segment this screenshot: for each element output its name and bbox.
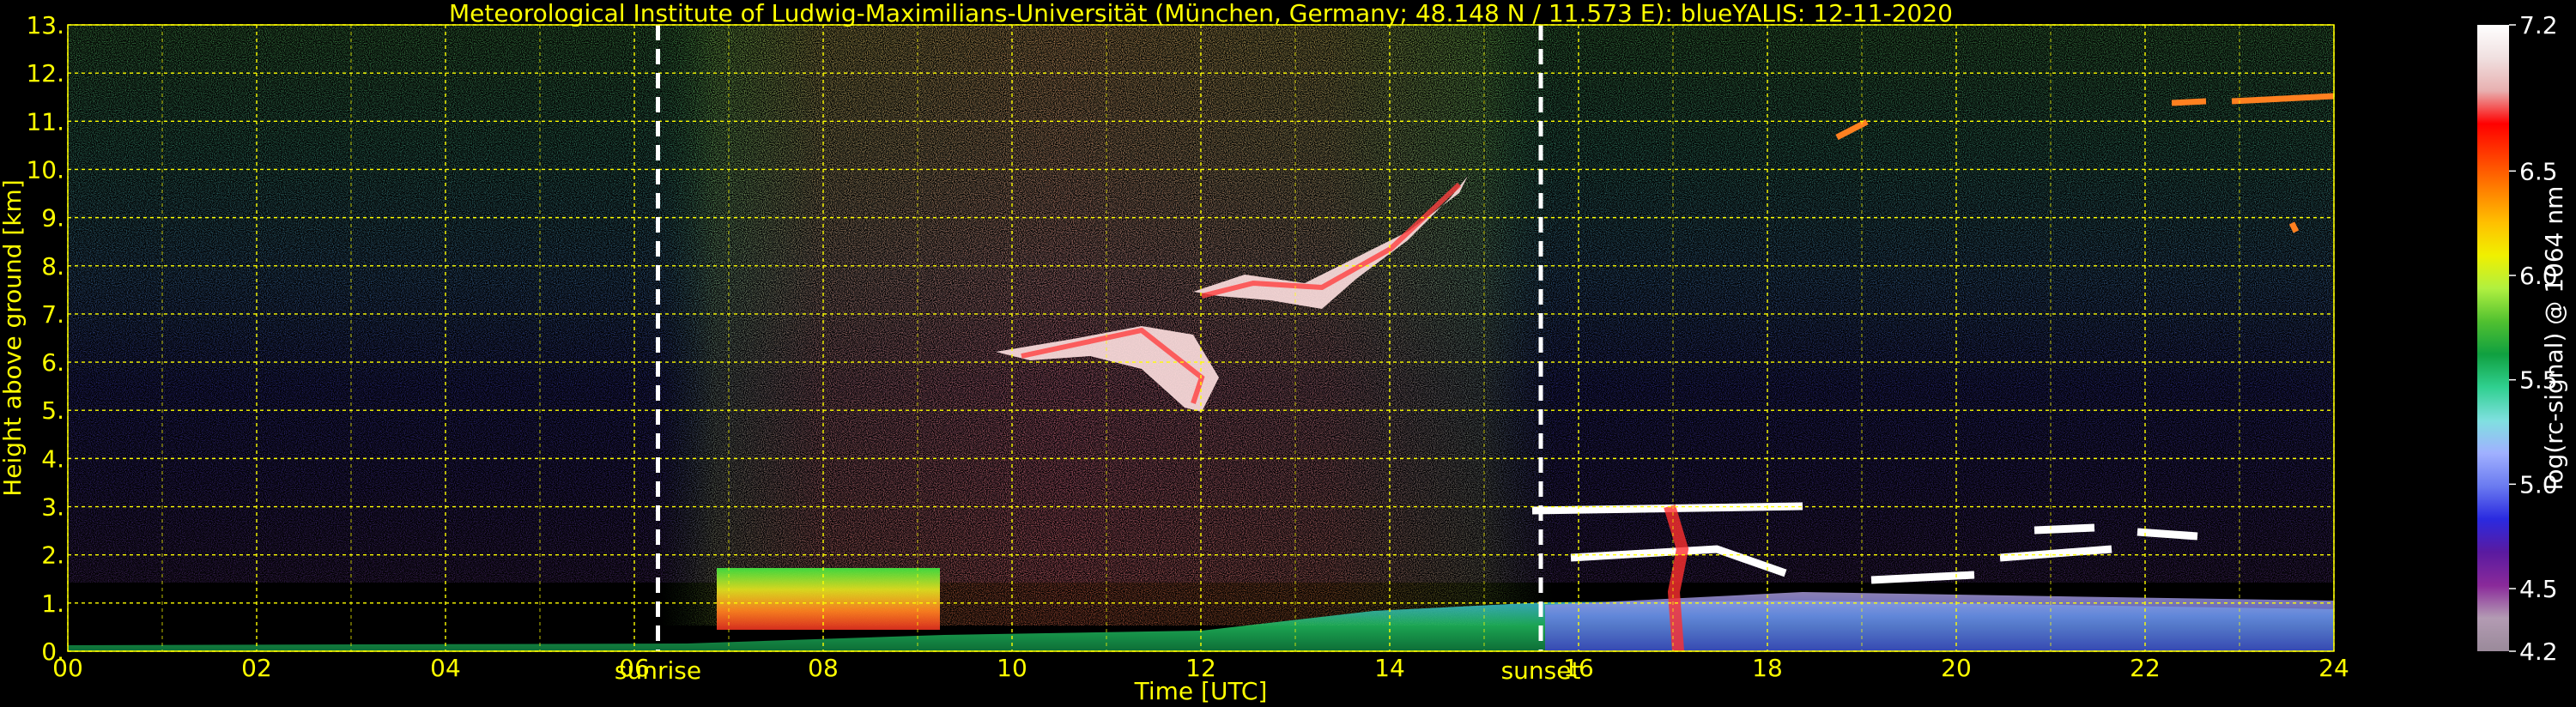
colorbar-tick-label: 7.2 (2519, 11, 2558, 39)
y-axis-ticks: 0. 1. 2. 3. 4. 5. 6. 7. 8. 9. 10. 11. 12. 13. (26, 11, 64, 666)
evening-layer (1545, 592, 2334, 651)
y-axis-label: Height above ground [km] (0, 179, 27, 497)
x-tick-label: 10 (997, 654, 1027, 682)
colorbar-label: log(rc-signal) @ 1064 nm (2540, 186, 2568, 491)
daytime-background-band (661, 25, 1554, 625)
colorbar-tick-label: 6.5 (2519, 157, 2558, 185)
marker-label: sunset (1501, 656, 1581, 685)
y-tick-label: 8. (41, 252, 64, 281)
x-tick-label: 24 (2318, 654, 2349, 682)
chart-title: Meteorological Institute of Ludwig-Maxim… (449, 0, 1953, 27)
x-axis-label: Time [UTC] (1134, 677, 1268, 705)
precip-streak (1664, 504, 1689, 652)
y-tick-label: 0. (41, 638, 64, 666)
y-tick-label: 2. (41, 541, 64, 570)
x-tick-label: 22 (2130, 654, 2161, 682)
y-tick-label: 9. (41, 204, 64, 233)
colorbar-tick-label: 4.5 (2519, 575, 2558, 603)
y-tick-label: 1. (41, 589, 64, 618)
colorbar-tick-label: 4.2 (2519, 638, 2558, 666)
x-tick-label: 20 (1941, 654, 1972, 682)
marker-label: sunrise (615, 656, 701, 685)
aerosol-layer (717, 568, 940, 630)
y-tick-label: 10. (26, 155, 64, 184)
y-tick-label: 12. (26, 59, 64, 88)
lidar-chart: 00 02 04 06 08 10 12 14 16 18 20 22 24sunrise sunset … (0, 0, 2568, 705)
y-tick-label: 5. (41, 396, 64, 425)
x-tick-label: 14 (1374, 654, 1405, 682)
x-tick-label: 04 (430, 654, 461, 682)
y-tick-label: 3. (41, 493, 64, 522)
x-tick-label: 02 (241, 654, 272, 682)
colorbar: 4.24.55.05.56.06.57.2 log(rc-signal) @ 1… (2477, 11, 2568, 666)
y-tick-label: 11. (26, 107, 64, 136)
colorbar-gradient (2477, 25, 2509, 651)
x-tick-label: 18 (1752, 654, 1783, 682)
y-tick-label: 13. (26, 11, 64, 39)
plot-area (67, 24, 2335, 652)
y-tick-label: 4. (41, 444, 64, 473)
y-tick-label: 6. (41, 348, 64, 377)
x-tick-label: 08 (808, 654, 839, 682)
y-tick-label: 7. (41, 300, 64, 329)
